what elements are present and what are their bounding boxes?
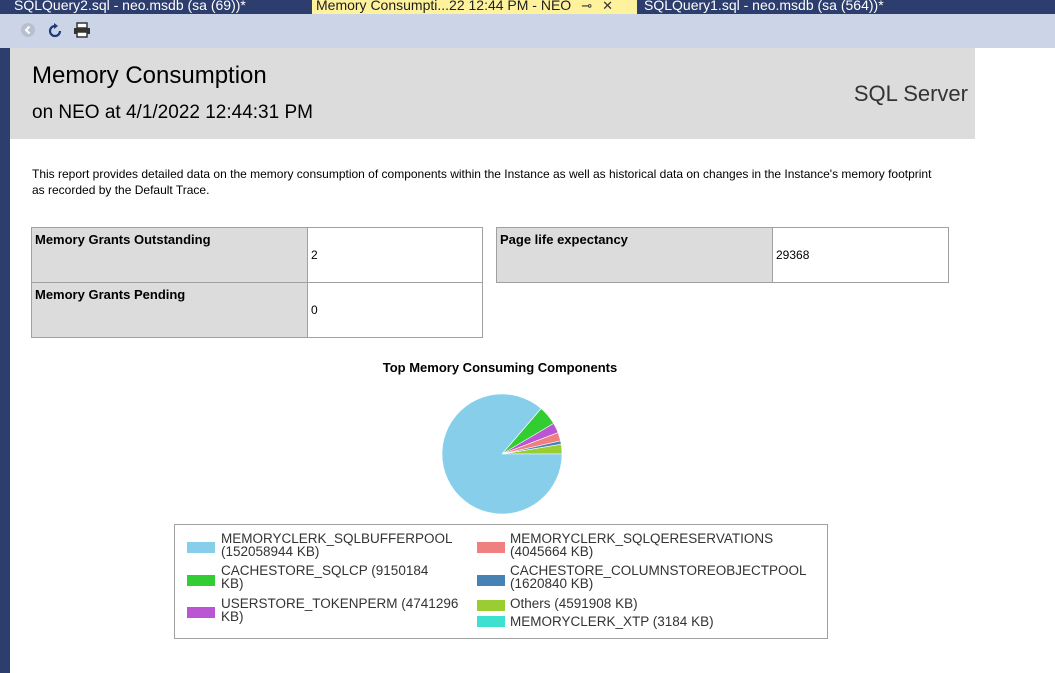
report-toolbar [0, 14, 1055, 48]
brand-label: SQL Server [853, 81, 968, 106]
chart-legend: MEMORYCLERK_SQLBUFFERPOOL (152058944 KB)… [174, 524, 828, 639]
legend-label-3: MEMORYCLERK_SQLQERESERVATIONS (4045664 K… [510, 531, 774, 559]
grants-pending-label: Memory Grants Pending [31, 282, 308, 338]
legend-label-5: Others (4591908 KB) [510, 596, 638, 611]
legend-swatch-1 [187, 575, 215, 586]
legend-swatch-3 [477, 542, 505, 553]
page-life-label: Page life expectancy [496, 227, 773, 283]
legend-label-6: MEMORYCLERK_XTP (3184 KB) [510, 614, 714, 629]
legend-swatch-4 [477, 575, 505, 586]
report-description: This report provides detailed data on th… [32, 167, 932, 197]
legend-label-0: MEMORYCLERK_SQLBUFFERPOOL (152058944 KB) [221, 531, 453, 559]
legend-label-4: CACHESTORE_COLUMNSTOREOBJECTPOOL (162084… [510, 563, 807, 591]
window-edge [0, 48, 10, 673]
page-life-value: 29368 [772, 227, 949, 283]
pin-icon[interactable]: ⊸ [581, 0, 592, 12]
legend-swatch-6 [477, 616, 505, 627]
legend-label-2: USERSTORE_TOKENPERM (4741296 KB) [221, 596, 459, 624]
tab-sqlquery2[interactable]: SQLQuery2.sql - neo.msdb (sa (69))* [14, 0, 246, 14]
tab-label: SQLQuery2.sql - neo.msdb (sa (69))* [14, 0, 246, 13]
tab-label: SQLQuery1.sql - neo.msdb (sa (564))* [644, 0, 884, 13]
grants-outstanding-value: 2 [307, 227, 483, 283]
legend-swatch-0 [187, 542, 215, 553]
refresh-icon[interactable] [46, 22, 64, 44]
tab-memory-consumption[interactable]: Memory Consumpti...22 12:44 PM - NEO ⊸ ✕ [312, 0, 637, 14]
close-icon[interactable]: ✕ [602, 0, 613, 12]
tab-label: Memory Consumpti...22 12:44 PM - NEO [316, 0, 572, 13]
legend-swatch-5 [477, 600, 505, 611]
chart-title: Top Memory Consuming Components [382, 360, 618, 375]
pie-chart [441, 393, 563, 515]
grants-pending-value: 0 [307, 282, 483, 338]
back-icon[interactable] [20, 22, 36, 42]
grants-outstanding-label: Memory Grants Outstanding [31, 227, 308, 283]
document-tab-bar: SQLQuery2.sql - neo.msdb (sa (69))* Memo… [0, 0, 1055, 14]
tab-sqlquery1[interactable]: SQLQuery1.sql - neo.msdb (sa (564))* [644, 0, 884, 14]
report-header: Memory Consumption on NEO at 4/1/2022 12… [10, 48, 975, 139]
page-title: Memory Consumption [32, 62, 267, 89]
legend-label-1: CACHESTORE_SQLCP (9150184 KB) [221, 563, 429, 591]
print-icon[interactable] [73, 22, 91, 42]
page-subtitle: on NEO at 4/1/2022 12:44:31 PM [32, 102, 313, 123]
legend-swatch-2 [187, 607, 215, 618]
